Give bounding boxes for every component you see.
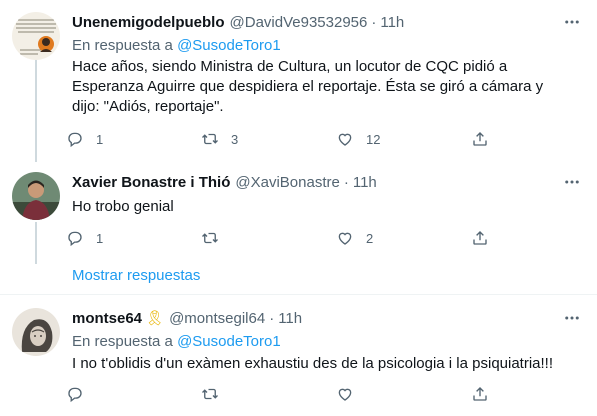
tweet-text-line: I no t'oblidis d'un exàmen exhaustiu des…: [72, 355, 554, 372]
retweet-icon: [202, 388, 218, 400]
retweet-count: 3: [231, 131, 239, 147]
reply-to-label: En respuesta a: [72, 333, 173, 350]
ribbon-badge-icon: 🎗: [145, 310, 165, 327]
tweet-header: Xavier Bonastre i Thió @XaviBonastre · 1…: [72, 172, 377, 192]
retweet-button[interactable]: [201, 228, 231, 248]
show-replies-link[interactable]: Mostrar respuestas: [72, 267, 200, 284]
tweet-header: montse64 🎗 @montsegil64 · 11h: [72, 308, 302, 328]
reply-button[interactable]: 1: [66, 129, 103, 149]
reply-to-mention[interactable]: @SusodeToro1: [177, 37, 281, 54]
author-name[interactable]: montse64: [72, 310, 142, 327]
tweet-actions: 1 3 12: [66, 129, 506, 149]
retweet-icon: [202, 133, 218, 145]
like-count: 12: [366, 131, 381, 147]
reply-bubble-icon: [68, 231, 82, 247]
tweet-text: Ho trobo genial: [72, 197, 582, 217]
heart-icon: [338, 388, 352, 401]
tweet-header: Unenemigodelpueblo @DavidVe93532956 · 11…: [72, 12, 404, 32]
divider: [0, 294, 597, 295]
avatar[interactable]: [12, 172, 60, 220]
timestamp[interactable]: 11h: [380, 14, 404, 31]
reply-count: 1: [96, 230, 104, 246]
share-upload-icon: [473, 387, 487, 401]
separator-dot: ·: [343, 173, 349, 191]
author-handle[interactable]: @montsegil64: [169, 310, 265, 327]
reply-bubble-icon: [68, 132, 82, 148]
like-button[interactable]: [336, 384, 354, 404]
reply-to: En respuesta a @SusodeToro1: [72, 37, 281, 54]
reply-to-mention[interactable]: @SusodeToro1: [177, 333, 281, 350]
reply-bubble-icon: [68, 387, 82, 403]
tweet-actions: 1 2: [66, 228, 506, 248]
tweet-text-line: Ho trobo genial: [72, 198, 174, 215]
tweet-text-line: Hace años, siendo Ministra de Cultura, u…: [72, 58, 508, 75]
tweet-text: Hace años, siendo Ministra de Cultura, u…: [72, 57, 582, 117]
author-handle[interactable]: @DavidVe93532956: [230, 14, 368, 31]
share-upload-icon: [473, 231, 487, 245]
retweet-button[interactable]: [201, 384, 219, 404]
like-count: 2: [366, 230, 374, 246]
more-dots-icon[interactable]: [561, 12, 583, 32]
more-dots-icon[interactable]: [561, 308, 583, 328]
heart-icon: [338, 133, 352, 146]
tweet-1[interactable]: Unenemigodelpueblo @DavidVe93532956 · 11…: [0, 12, 597, 152]
reply-count: 1: [96, 131, 104, 147]
reply-button[interactable]: [66, 384, 84, 404]
share-button[interactable]: [471, 384, 489, 404]
timestamp[interactable]: 11h: [278, 310, 302, 327]
retweet-button[interactable]: 3: [201, 129, 238, 149]
tweet-3[interactable]: montse64 🎗 @montsegil64 · 11h En respues…: [0, 308, 597, 408]
tweet-text-line: Esperanza Aguirre que despidiera el repo…: [72, 78, 544, 95]
like-button[interactable]: 12: [336, 129, 380, 149]
separator-dot: ·: [269, 309, 275, 327]
reply-button[interactable]: 1: [66, 228, 103, 248]
heart-icon: [338, 232, 352, 245]
more-dots-icon[interactable]: [561, 172, 583, 192]
tweet-text: I no t'oblidis d'un exàmen exhaustiu des…: [72, 354, 582, 374]
avatar[interactable]: [12, 12, 60, 60]
like-button[interactable]: 2: [336, 228, 373, 248]
retweet-icon: [202, 232, 218, 244]
tweet-actions: [66, 384, 506, 404]
reply-to: En respuesta a @SusodeToro1: [72, 333, 281, 350]
separator-dot: ·: [371, 13, 377, 31]
tweet-2[interactable]: Xavier Bonastre i Thió @XaviBonastre · 1…: [0, 172, 597, 252]
share-upload-icon: [473, 132, 487, 146]
share-button[interactable]: [471, 129, 489, 149]
tweet-text-line: dijo: "Adiós, reportaje".: [72, 98, 224, 115]
reply-to-label: En respuesta a: [72, 37, 173, 54]
author-name[interactable]: Unenemigodelpueblo: [72, 14, 225, 31]
timestamp[interactable]: 11h: [353, 174, 377, 191]
author-name[interactable]: Xavier Bonastre i Thió: [72, 174, 230, 191]
author-handle[interactable]: @XaviBonastre: [235, 174, 339, 191]
share-button[interactable]: [471, 228, 489, 248]
avatar[interactable]: [12, 308, 60, 356]
